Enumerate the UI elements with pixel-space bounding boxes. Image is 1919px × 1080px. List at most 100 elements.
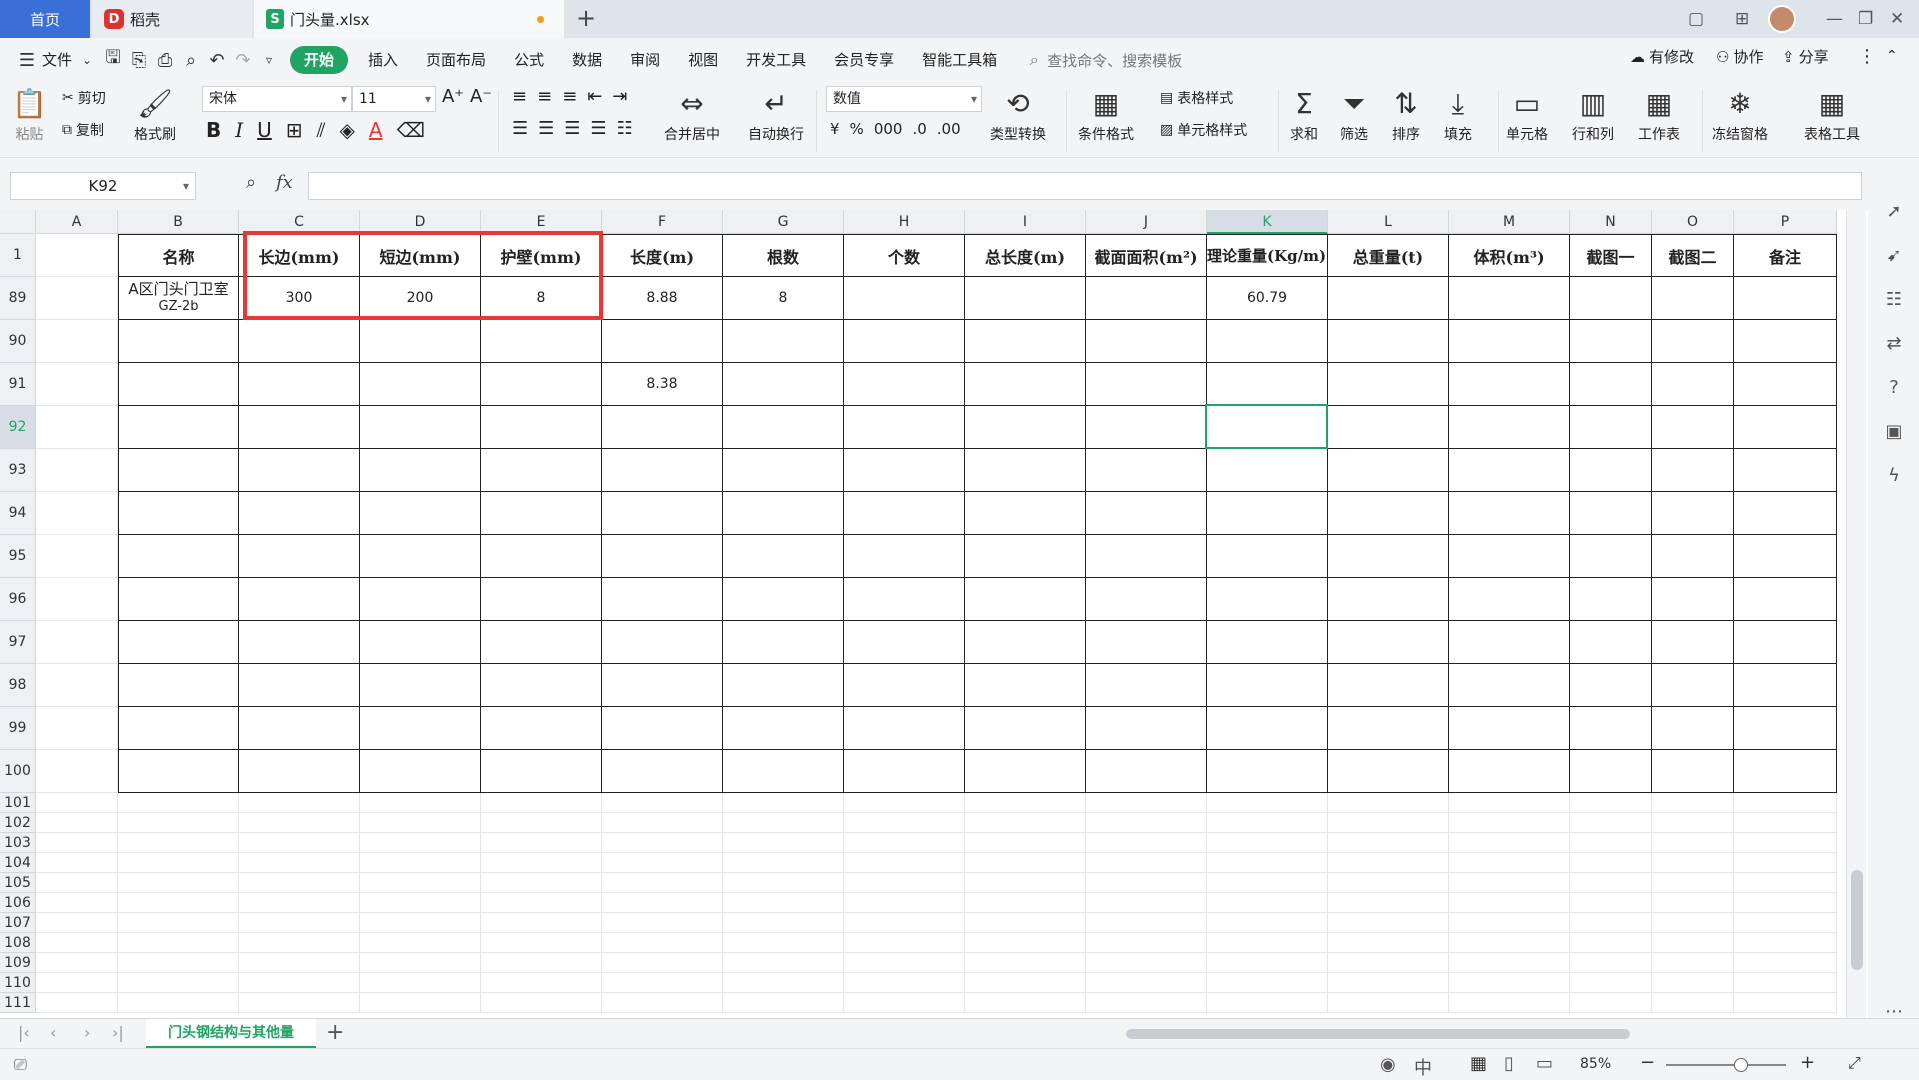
menu-page-layout[interactable]: 页面布局 <box>412 46 500 74</box>
cell-n91[interactable] <box>1570 363 1652 406</box>
worksheet-button[interactable]: ▦ 工作表 <box>1638 86 1680 144</box>
cell-d92[interactable] <box>360 406 481 449</box>
indent-decrease-icon[interactable]: ⇤ <box>587 86 602 107</box>
new-tab-button[interactable]: + <box>572 6 600 32</box>
cell-style-button[interactable]: ▨ 单元格样式 <box>1160 120 1247 140</box>
cell-j96[interactable] <box>1086 578 1207 621</box>
image-edit-icon[interactable]: ▣ <box>1882 420 1906 444</box>
cell-f91[interactable]: 8.38 <box>602 363 723 406</box>
cell-c96[interactable] <box>239 578 360 621</box>
cell-f94[interactable] <box>602 492 723 535</box>
cell-o95[interactable] <box>1652 535 1734 578</box>
underline-icon[interactable]: U <box>257 118 272 142</box>
cell-f98[interactable] <box>602 664 723 707</box>
restore-icon[interactable]: ❐ <box>1858 0 1873 38</box>
strikethrough-icon[interactable]: ⫽ <box>317 118 326 142</box>
cell-e94[interactable] <box>481 492 602 535</box>
cell-b99[interactable] <box>118 707 239 750</box>
save-icon[interactable]: 🖫 <box>100 47 126 73</box>
cell-k97[interactable] <box>1207 621 1328 664</box>
cell-h97[interactable] <box>844 621 965 664</box>
redo-icon[interactable]: ↷ <box>230 47 256 73</box>
column-header-a[interactable]: A <box>36 210 118 234</box>
row-header-107[interactable]: 107 <box>0 913 36 933</box>
cell-e93[interactable] <box>481 449 602 492</box>
cell-m98[interactable] <box>1449 664 1570 707</box>
row-header-104[interactable]: 104 <box>0 853 36 873</box>
column-header-n[interactable]: N <box>1570 210 1652 234</box>
cell-p90[interactable] <box>1734 320 1837 363</box>
zoom-slider[interactable] <box>1666 1058 1786 1072</box>
cell-p1[interactable]: 备注 <box>1734 234 1837 277</box>
table-style-button[interactable]: ▤ 表格样式 <box>1160 88 1233 108</box>
cell-p96[interactable] <box>1734 578 1837 621</box>
cell-m89[interactable] <box>1449 277 1570 320</box>
column-header-f[interactable]: F <box>602 210 723 234</box>
cell-n1[interactable]: 截图一 <box>1570 234 1652 277</box>
cell-i96[interactable] <box>965 578 1086 621</box>
merge-center-button[interactable]: ⇔ 合并居中 <box>664 86 720 144</box>
align-top-icon[interactable]: ≡ <box>512 86 527 107</box>
menu-member[interactable]: 会员专享 <box>820 46 908 74</box>
zoom-level[interactable]: 85% <box>1580 1056 1611 1072</box>
cell-c91[interactable] <box>239 363 360 406</box>
cell-b100[interactable] <box>118 750 239 793</box>
row-header-111[interactable]: 111 <box>0 993 36 1013</box>
cell-n90[interactable] <box>1570 320 1652 363</box>
select-all-corner[interactable] <box>0 210 36 234</box>
cell-i99[interactable] <box>965 707 1086 750</box>
cell-k94[interactable] <box>1207 492 1328 535</box>
cell-o98[interactable] <box>1652 664 1734 707</box>
row-header-97[interactable]: 97 <box>0 621 36 664</box>
fill-button[interactable]: ⤓ 填充 <box>1444 86 1472 144</box>
prev-sheet-icon[interactable]: ‹ <box>50 1023 56 1042</box>
share-button[interactable]: ⇪ 分享 <box>1782 46 1829 67</box>
align-middle-icon[interactable]: ≡ <box>537 86 552 107</box>
cell-o92[interactable] <box>1652 406 1734 449</box>
cell-b94[interactable] <box>118 492 239 535</box>
number-format-select[interactable]: 数值 <box>826 86 982 112</box>
italic-icon[interactable]: I <box>235 118 243 142</box>
cell-d91[interactable] <box>360 363 481 406</box>
clear-format-icon[interactable]: ⌫ <box>397 118 425 142</box>
cell-m1[interactable]: 体积(m³) <box>1449 234 1570 277</box>
cell-g91[interactable] <box>723 363 844 406</box>
row-header-109[interactable]: 109 <box>0 953 36 973</box>
menu-view[interactable]: 视图 <box>674 46 732 74</box>
cell-c100[interactable] <box>239 750 360 793</box>
cell-f90[interactable] <box>602 320 723 363</box>
zoom-in-icon[interactable]: + <box>1800 1052 1815 1073</box>
cell-p93[interactable] <box>1734 449 1837 492</box>
cell-h99[interactable] <box>844 707 965 750</box>
cell-k96[interactable] <box>1207 578 1328 621</box>
cell-j97[interactable] <box>1086 621 1207 664</box>
row-header-105[interactable]: 105 <box>0 873 36 893</box>
cond-format-button[interactable]: ▦ 条件格式 <box>1078 86 1134 144</box>
collab-button[interactable]: ⚇ 协作 <box>1716 46 1763 67</box>
cell-f99[interactable] <box>602 707 723 750</box>
cell-o94[interactable] <box>1652 492 1734 535</box>
fx-icon[interactable]: fx <box>276 172 293 193</box>
cell-p92[interactable] <box>1734 406 1837 449</box>
cell-h100[interactable] <box>844 750 965 793</box>
filter-button[interactable]: ⏷ 筛选 <box>1340 86 1368 144</box>
cell-j99[interactable] <box>1086 707 1207 750</box>
cell-d99[interactable] <box>360 707 481 750</box>
cell-k98[interactable] <box>1207 664 1328 707</box>
cell-b95[interactable] <box>118 535 239 578</box>
cell-p91[interactable] <box>1734 363 1837 406</box>
vertical-scroll-thumb[interactable] <box>1851 870 1863 970</box>
cell-g93[interactable] <box>723 449 844 492</box>
cell-d98[interactable] <box>360 664 481 707</box>
cell-m100[interactable] <box>1449 750 1570 793</box>
cell-j93[interactable] <box>1086 449 1207 492</box>
fill-color-icon[interactable]: ◈ <box>339 118 354 142</box>
row-header-91[interactable]: 91 <box>0 363 36 406</box>
cell-j92[interactable] <box>1086 406 1207 449</box>
distribute-icon[interactable]: ☷ <box>617 118 633 139</box>
zoom-slider-thumb[interactable] <box>1734 1058 1748 1072</box>
cell-b1[interactable]: 名称 <box>118 234 239 277</box>
row-header-89[interactable]: 89 <box>0 277 36 320</box>
table-tools-button[interactable]: ▦ 表格工具 <box>1804 86 1860 144</box>
cell-j95[interactable] <box>1086 535 1207 578</box>
